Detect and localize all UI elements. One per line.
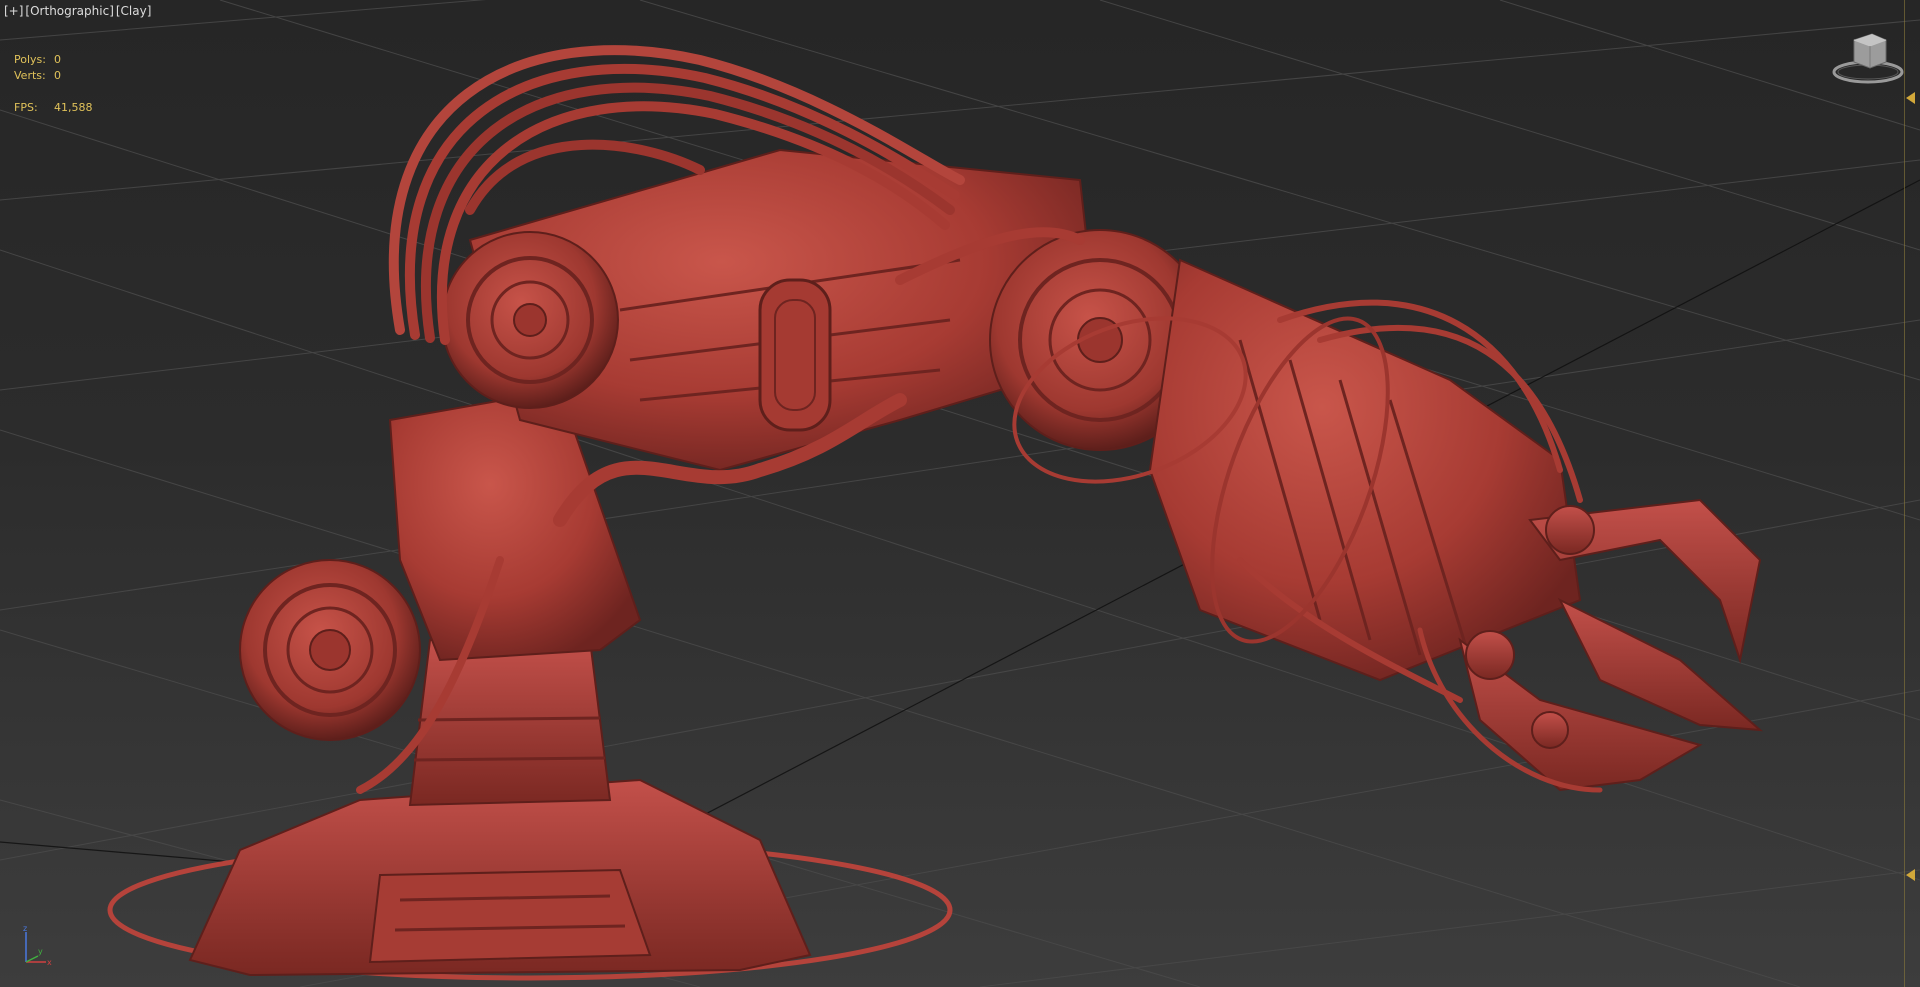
axis-y-label: y bbox=[38, 947, 43, 956]
verts-value: 0 bbox=[54, 69, 61, 82]
robot-arm-model[interactable] bbox=[107, 45, 1763, 981]
time-marker-top-icon[interactable] bbox=[1906, 92, 1915, 104]
scene-render[interactable] bbox=[0, 0, 1920, 987]
base-joint-disc bbox=[239, 559, 421, 741]
pedestal-column bbox=[408, 639, 612, 807]
fps-stat: FPS: 41,588 bbox=[14, 100, 93, 116]
viewport-label[interactable]: [+] [Orthographic] [Clay] bbox=[4, 4, 153, 18]
axis-x-label: x bbox=[47, 958, 52, 967]
verts-stat: Verts: 0 bbox=[14, 68, 93, 84]
viewport-point-of-view[interactable]: [Orthographic] bbox=[25, 4, 113, 18]
time-marker-bottom-icon[interactable] bbox=[1906, 869, 1915, 881]
axis-tripod-icon: z x y bbox=[23, 924, 52, 967]
shoulder-joint-disc bbox=[441, 231, 619, 409]
viewport-menu-plus[interactable]: [+] bbox=[4, 4, 23, 18]
axis-z-label: z bbox=[23, 924, 27, 933]
fps-label: FPS: bbox=[14, 101, 38, 114]
statistics-overlay: Polys: 0 Verts: 0 FPS: 41,588 bbox=[14, 52, 93, 116]
fps-value: 41,588 bbox=[54, 101, 93, 114]
polys-value: 0 bbox=[54, 53, 61, 66]
verts-label: Verts: bbox=[14, 69, 46, 82]
viewport-edge-line bbox=[1904, 0, 1905, 987]
polys-stat: Polys: 0 bbox=[14, 52, 93, 68]
base-plate-front bbox=[368, 868, 652, 964]
viewport[interactable]: [+] [Orthographic] [Clay] Polys: 0 Verts: … bbox=[0, 0, 1920, 987]
polys-label: Polys: bbox=[14, 53, 46, 66]
stats-spacer bbox=[14, 84, 93, 100]
viewport-shading-mode[interactable]: [Clay] bbox=[116, 4, 152, 18]
viewcube-icon[interactable] bbox=[1826, 28, 1906, 88]
